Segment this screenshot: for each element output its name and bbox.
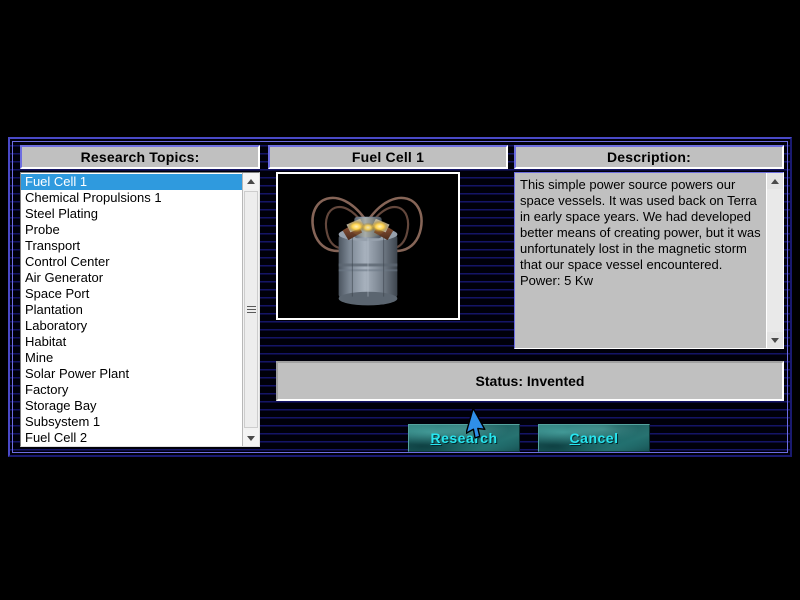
list-item[interactable]: Steel Plating [21,206,242,222]
list-item[interactable]: Chemical Propulsions 1 [21,190,242,206]
description-scroll-up-button[interactable] [767,173,783,189]
list-item[interactable]: Probe [21,222,242,238]
cancel-label-rest: ancel [580,430,619,446]
triangle-down-icon [247,435,255,441]
list-item[interactable]: Storage Bay [21,398,242,414]
list-item[interactable]: Fuel Cell 1 [21,174,242,190]
list-item[interactable]: Transport [21,238,242,254]
list-item[interactable]: Habitat [21,334,242,350]
list-item[interactable]: Space Port [21,286,242,302]
list-item[interactable]: Subsystem 1 [21,414,242,430]
description-header: Description: [514,145,784,169]
cancel-accel-letter: C [569,430,581,446]
research-button-label: Research [430,430,497,446]
list-item[interactable]: Plantation [21,302,242,318]
topics-scrollbar[interactable] [242,173,259,446]
description-scrollbar[interactable] [766,173,783,348]
research-accel-letter: R [430,430,442,446]
topics-scroll-down-button[interactable] [243,430,259,446]
grip-lines-icon [246,306,256,313]
cancel-button-label: Cancel [570,430,619,446]
description-scroll-down-button[interactable] [767,332,783,348]
triangle-up-icon [247,178,255,184]
research-dialog: Research Topics: Fuel Cell 1 Description… [8,137,792,457]
topics-scroll-up-button[interactable] [243,173,259,189]
triangle-down-icon [771,337,779,343]
list-item[interactable]: Factory [21,382,242,398]
cancel-button[interactable]: Cancel [538,424,650,452]
research-label-rest: esearch [441,430,498,446]
selected-item-header: Fuel Cell 1 [268,145,508,169]
research-topics-items[interactable]: Fuel Cell 1 Chemical Propulsions 1 Steel P… [21,173,242,446]
status-bar: Status: Invented [276,361,784,401]
item-preview-image [276,172,460,320]
list-item[interactable]: Control Center [21,254,242,270]
list-item[interactable]: Laboratory [21,318,242,334]
topics-scroll-thumb[interactable] [244,191,258,428]
list-item[interactable]: Solar Power Plant [21,366,242,382]
fuel-cell-render [278,174,458,318]
list-item[interactable]: Fuel Cell 2 [21,430,242,446]
description-panel[interactable]: This simple power source powers our spac… [514,172,784,349]
screen: Research Topics: Fuel Cell 1 Description… [0,0,800,600]
research-button[interactable]: Research [408,424,520,452]
triangle-up-icon [771,178,779,184]
research-topics-header: Research Topics: [20,145,260,169]
list-item[interactable]: Air Generator [21,270,242,286]
list-item[interactable]: Mine [21,350,242,366]
research-topics-listbox[interactable]: Fuel Cell 1 Chemical Propulsions 1 Steel P… [20,172,260,447]
description-text: This simple power source powers our spac… [520,177,761,288]
